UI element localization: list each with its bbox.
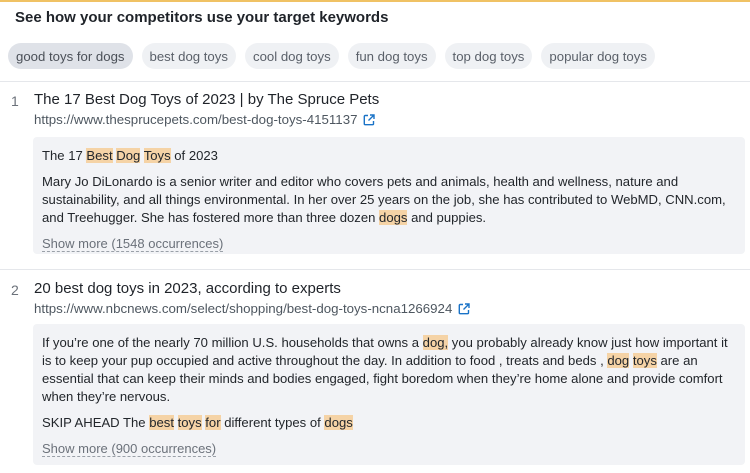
result-title: 20 best dog toys in 2023, according to e… [34, 280, 341, 297]
keyword-chip-top-dog-toys[interactable]: top dog toys [444, 43, 533, 69]
keyword-highlight: dogs [324, 415, 353, 430]
keyword-chip-popular-dog-toys[interactable]: popular dog toys [541, 43, 655, 69]
snippet-box: If you’re one of the nearly 70 million U… [33, 324, 745, 465]
result-rank: 2 [11, 282, 19, 298]
keyword-chip-best-dog-toys[interactable]: best dog toys [141, 43, 236, 69]
show-more-link[interactable]: Show more (1548 occurrences) [42, 236, 224, 252]
result-rank: 1 [11, 93, 19, 109]
section-title: See how your competitors use your target… [15, 8, 389, 26]
result-url-link[interactable]: https://www.thesprucepets.com/best-dog-t… [34, 112, 376, 127]
keyword-chip-cool-dog-toys[interactable]: cool dog toys [244, 43, 339, 69]
keyword-highlight: Best [86, 148, 113, 163]
divider [0, 81, 750, 82]
keyword-highlight: toys [177, 415, 202, 430]
snippet-text: SKIP AHEAD The best toys for different t… [42, 415, 353, 430]
keyword-highlight: Toys [143, 148, 171, 163]
snippet-heading: The 17 Best Dog Toys of 2023 [42, 148, 218, 163]
keyword-highlight: dog [607, 353, 630, 368]
external-link-icon[interactable] [363, 113, 376, 126]
keyword-highlight: for [205, 415, 221, 430]
external-link-icon[interactable] [458, 302, 471, 315]
keyword-highlight: best [149, 415, 174, 430]
result-url-link[interactable]: https://www.nbcnews.com/select/shopping/… [34, 301, 471, 316]
keyword-highlight: toys [632, 353, 657, 368]
keyword-highlight: dogs [379, 210, 408, 225]
result-url: https://www.thesprucepets.com/best-dog-t… [34, 112, 358, 127]
keyword-highlight: Dog [116, 148, 141, 163]
keyword-highlight: dog, [422, 335, 449, 350]
divider [0, 269, 750, 270]
snippet-box: The 17 Best Dog Toys of 2023 Mary Jo DiL… [33, 137, 745, 254]
result-url: https://www.nbcnews.com/select/shopping/… [34, 301, 453, 316]
snippet-text: Mary Jo DiLonardo is a senior writer and… [42, 174, 726, 225]
keyword-chip-list: good toys for dogs best dog toys cool do… [8, 43, 655, 69]
show-more-link[interactable]: Show more (900 occurrences) [42, 441, 217, 457]
keyword-chip-fun-dog-toys[interactable]: fun dog toys [347, 43, 436, 69]
snippet-text: If you’re one of the nearly 70 million U… [42, 335, 728, 404]
section-header: See how your competitors use your target… [0, 2, 750, 32]
keyword-chip-good-toys-for-dogs[interactable]: good toys for dogs [8, 43, 133, 69]
result-title: The 17 Best Dog Toys of 2023 | by The Sp… [34, 91, 380, 108]
